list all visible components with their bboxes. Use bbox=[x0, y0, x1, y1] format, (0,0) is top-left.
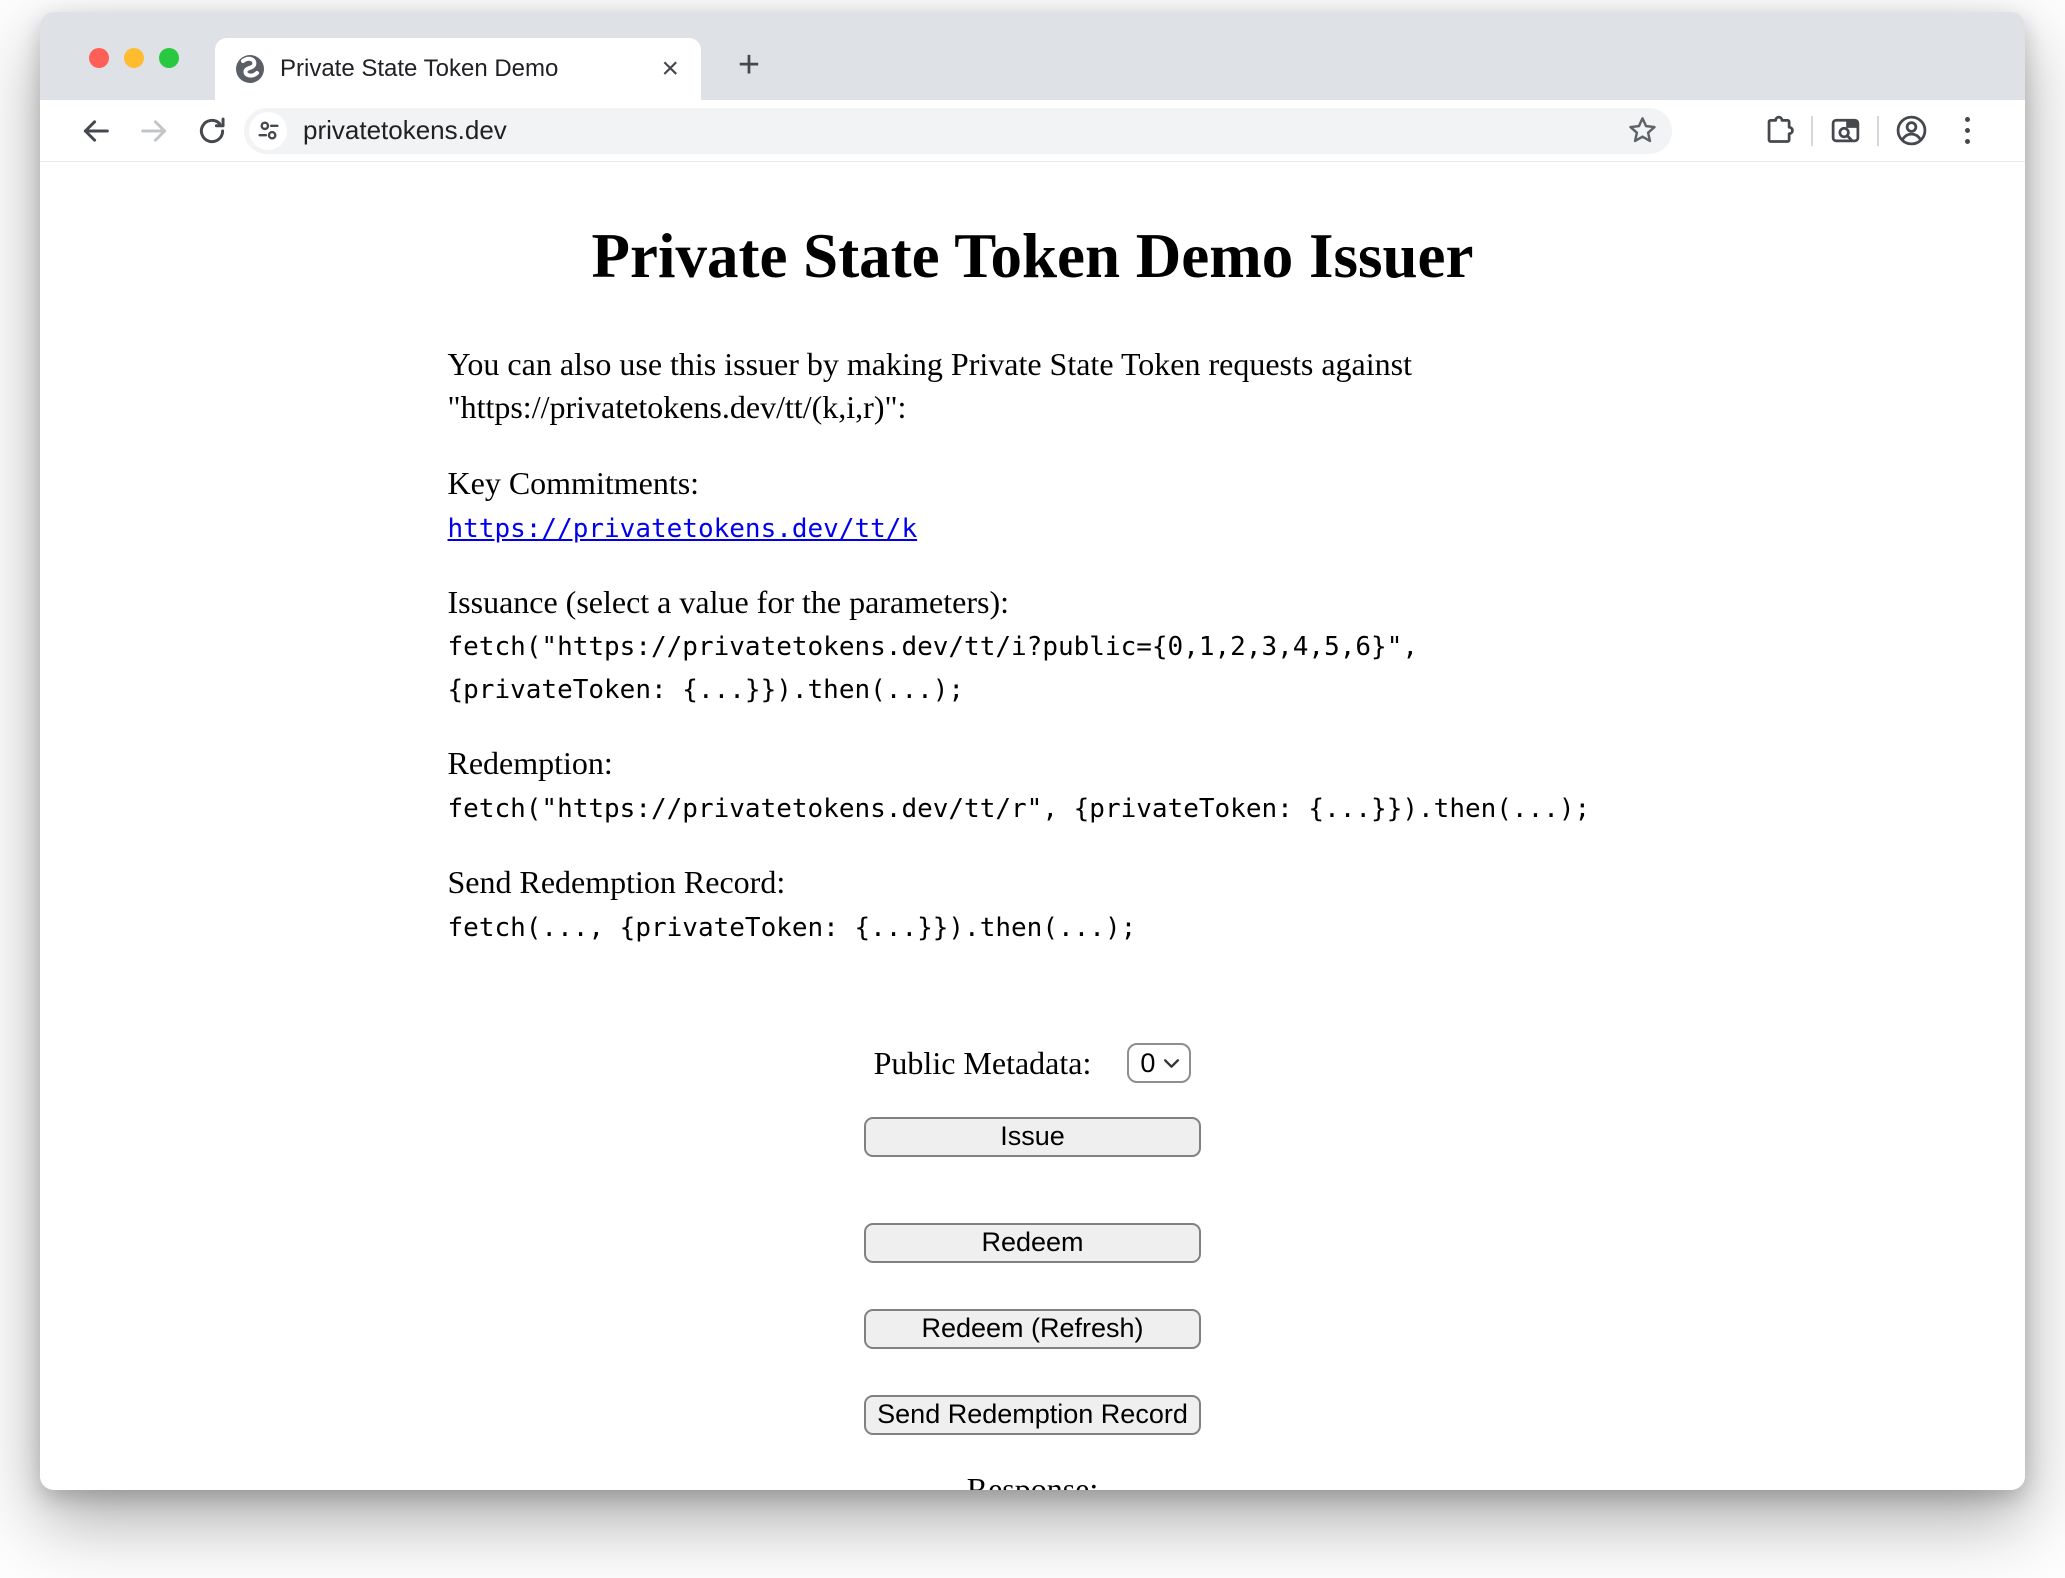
key-commitments-link[interactable]: https://privatetokens.dev/tt/k bbox=[448, 514, 918, 544]
tab-title: Private State Token Demo bbox=[280, 55, 655, 83]
reload-button[interactable] bbox=[190, 109, 234, 153]
public-metadata-value: 0 bbox=[1140, 1045, 1155, 1081]
close-window-button[interactable] bbox=[89, 48, 109, 68]
redeem-refresh-button[interactable]: Redeem (Refresh) bbox=[864, 1309, 1201, 1349]
url-text[interactable]: privatetokens.dev bbox=[303, 115, 1622, 146]
key-commitments-label: Key Commitments: bbox=[448, 465, 700, 501]
redeem-button[interactable]: Redeem bbox=[864, 1223, 1201, 1263]
toolbar-divider bbox=[1877, 116, 1879, 146]
redemption-section: Redemption: fetch("https://privatetokens… bbox=[448, 742, 1618, 828]
send-redemption-record-label: Send Redemption Record: bbox=[448, 864, 786, 900]
minimize-window-button[interactable] bbox=[124, 48, 144, 68]
forward-button[interactable] bbox=[132, 109, 176, 153]
menu-kebab-icon[interactable] bbox=[1945, 117, 1989, 144]
send-redemption-record-code: fetch(..., {privateToken: {...}}).then(.… bbox=[448, 913, 1137, 943]
issuance-code: fetch("https://privatetokens.dev/tt/i?pu… bbox=[448, 632, 1419, 705]
zoom-window-button[interactable] bbox=[159, 48, 179, 68]
response-label: Response: bbox=[448, 1468, 1618, 1491]
issuance-section: Issuance (select a value for the paramet… bbox=[448, 581, 1618, 710]
public-metadata-label: Public Metadata: bbox=[874, 1042, 1092, 1085]
address-bar[interactable]: privatetokens.dev bbox=[244, 108, 1672, 154]
intro-text: You can also use this issuer by making P… bbox=[448, 343, 1618, 429]
issuance-label: Issuance (select a value for the paramet… bbox=[448, 584, 1009, 620]
send-redemption-record-button[interactable]: Send Redemption Record bbox=[864, 1395, 1201, 1435]
bookmark-star-icon[interactable] bbox=[1622, 111, 1662, 151]
toolbar-divider bbox=[1811, 116, 1813, 146]
redemption-label: Redemption: bbox=[448, 745, 613, 781]
issue-button[interactable]: Issue bbox=[864, 1117, 1201, 1157]
page-content: Private State Token Demo Issuer You can … bbox=[40, 162, 2025, 1490]
back-button[interactable] bbox=[74, 109, 118, 153]
window-controls bbox=[89, 48, 179, 68]
profile-icon[interactable] bbox=[1889, 109, 1933, 153]
browser-window: Private State Token Demo × + bbox=[40, 12, 2025, 1490]
tab-strip: Private State Token Demo × + bbox=[40, 12, 2025, 100]
new-tab-button[interactable]: + bbox=[725, 42, 773, 90]
tab-close-icon[interactable]: × bbox=[655, 54, 685, 84]
send-redemption-record-section: Send Redemption Record: fetch(..., {priv… bbox=[448, 861, 1618, 947]
globe-favicon-icon bbox=[235, 54, 265, 84]
site-settings-icon[interactable] bbox=[249, 112, 287, 150]
key-commitments-section: Key Commitments: https://privatetokens.d… bbox=[448, 462, 1618, 548]
controls-section: Public Metadata: 0 Issue Redeem Redeem (… bbox=[448, 1042, 1618, 1490]
page-title: Private State Token Demo Issuer bbox=[40, 220, 2025, 293]
redemption-code: fetch("https://privatetokens.dev/tt/r", … bbox=[448, 794, 1591, 824]
side-panel-search-icon[interactable] bbox=[1823, 109, 1867, 153]
browser-toolbar: privatetokens.dev bbox=[40, 100, 2025, 162]
browser-tab[interactable]: Private State Token Demo × bbox=[215, 38, 701, 100]
extensions-icon[interactable] bbox=[1757, 109, 1801, 153]
public-metadata-select[interactable]: 0 bbox=[1127, 1043, 1191, 1083]
chevron-down-icon bbox=[1163, 1058, 1180, 1069]
